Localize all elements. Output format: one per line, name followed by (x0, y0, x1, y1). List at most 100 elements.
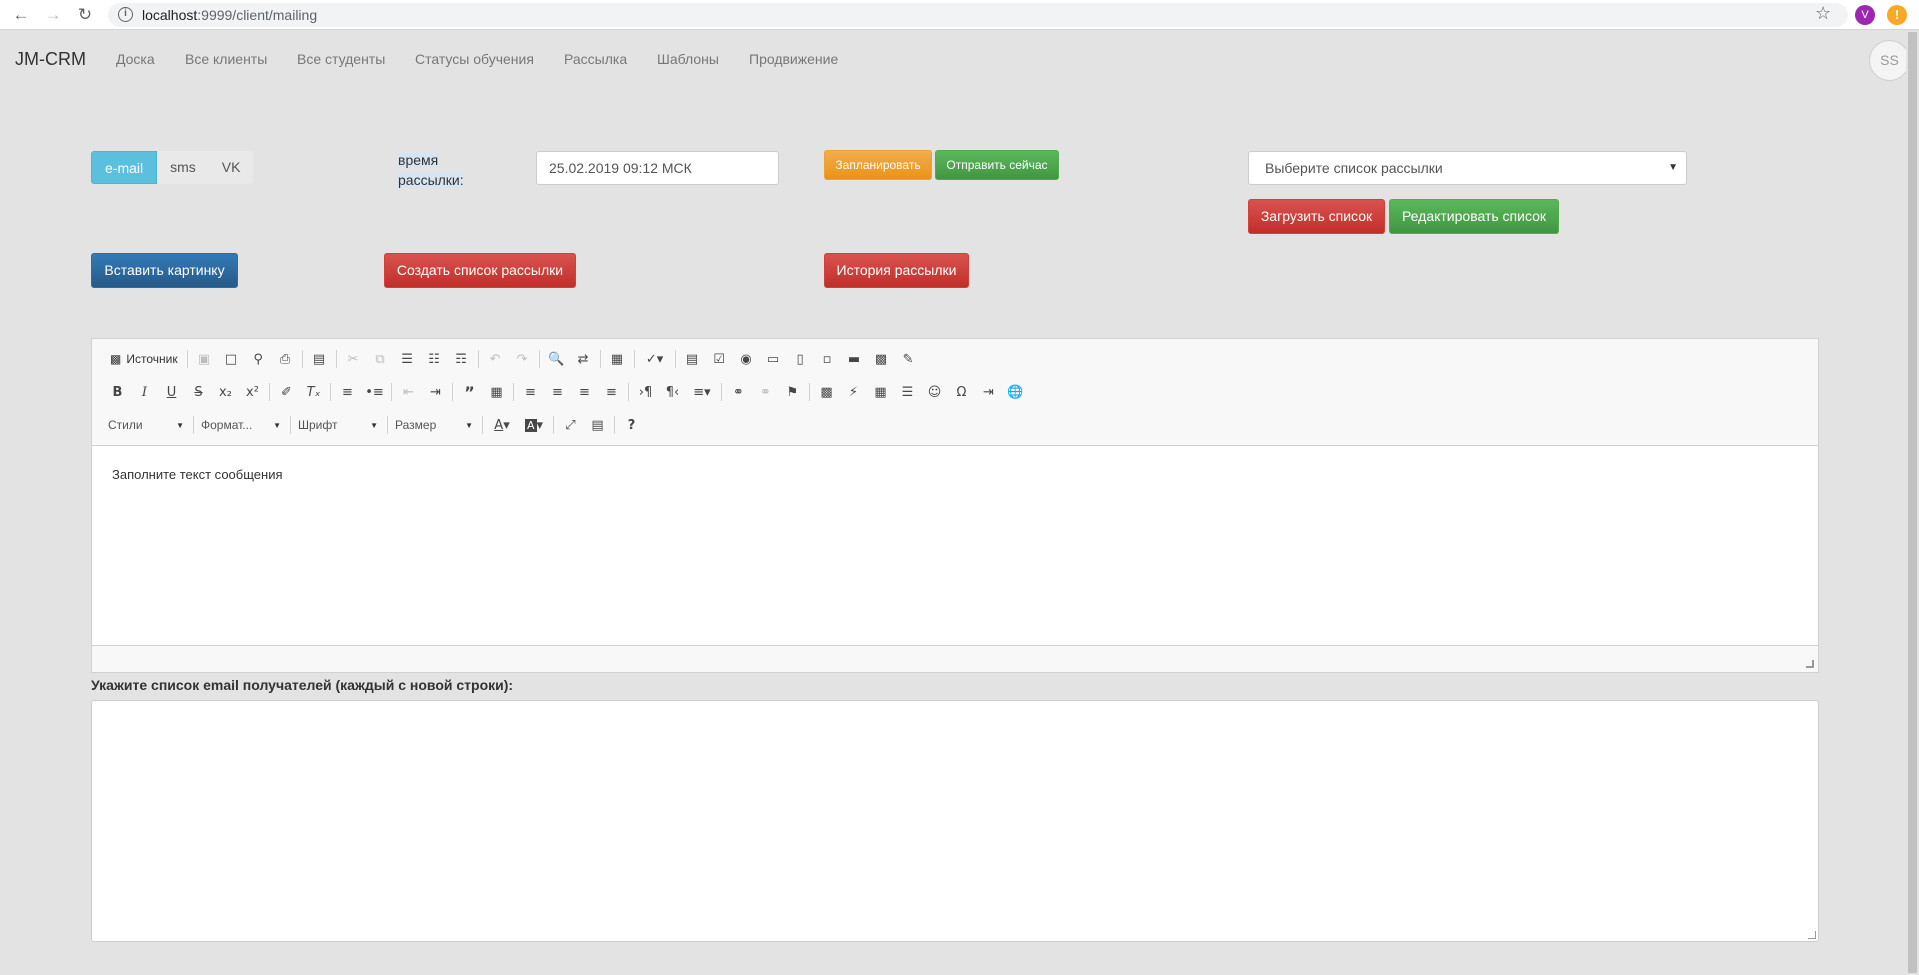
print-icon[interactable]: ⎙ (272, 346, 299, 372)
nav-link-templates[interactable]: Шаблоны (657, 51, 719, 67)
flash-icon[interactable]: ⚡ (840, 379, 867, 405)
upload-list-button[interactable]: Загрузить список (1248, 199, 1385, 234)
insert-image-button[interactable]: Вставить картинку (91, 253, 238, 288)
address-bar[interactable]: i localhost:9999/client/mailing (108, 3, 1848, 27)
radio-icon[interactable]: ◉ (733, 346, 760, 372)
superscript-icon[interactable]: x² (239, 379, 266, 405)
textfield-icon[interactable]: ▭ (760, 346, 787, 372)
horizontal-rule-icon[interactable]: ☰ (894, 379, 921, 405)
mailing-history-button[interactable]: История рассылки (824, 253, 969, 288)
nav-link-promotion[interactable]: Продвижение (749, 51, 838, 67)
brand-logo[interactable]: JM-CRM (15, 49, 86, 70)
send-now-button[interactable]: Отправить сейчас (935, 150, 1059, 180)
select-all-icon[interactable]: ▦ (604, 346, 631, 372)
copy-icon[interactable]: ⧉ (367, 346, 394, 372)
channel-sms[interactable]: sms (157, 151, 209, 184)
reload-icon[interactable]: ↻ (74, 4, 96, 26)
remove-format-icon[interactable]: Tₓ (300, 379, 327, 405)
iframe-globe-icon[interactable]: 🌐 (1002, 379, 1029, 405)
format-combo[interactable]: Формат... ▼ (197, 413, 287, 437)
italic-icon[interactable]: I (131, 379, 158, 405)
indent-icon[interactable]: ⇥ (422, 379, 449, 405)
find-icon[interactable]: 🔍 (543, 346, 570, 372)
channel-vk[interactable]: VK (209, 151, 254, 184)
cut-icon[interactable]: ✂ (340, 346, 367, 372)
align-right-icon[interactable]: ≡ (571, 379, 598, 405)
unlink-icon[interactable]: ⚭ (752, 379, 779, 405)
font-combo[interactable]: Шрифт ▼ (294, 413, 384, 437)
show-blocks-icon[interactable]: ▤ (584, 412, 611, 438)
help-icon[interactable]: ? (618, 412, 645, 438)
update-alert-icon[interactable]: ! (1887, 5, 1907, 25)
text-color-icon[interactable]: A ▾ (486, 412, 518, 438)
bold-icon[interactable]: B (104, 379, 131, 405)
image-icon[interactable]: ▩ (813, 379, 840, 405)
numbered-list-icon[interactable]: ≡ (334, 379, 361, 405)
info-icon[interactable]: i (118, 7, 133, 22)
underline-icon[interactable]: U (158, 379, 185, 405)
templates-icon[interactable]: ▤ (306, 346, 333, 372)
align-center-icon[interactable]: ≡ (544, 379, 571, 405)
link-icon[interactable]: ⚭ (725, 379, 752, 405)
create-mailing-list-button[interactable]: Создать список рассылки (384, 253, 576, 288)
editor-content-area[interactable]: Заполните текст сообщения (92, 447, 1818, 646)
subscript-icon[interactable]: x₂ (212, 379, 239, 405)
save-icon[interactable]: ▣ (191, 346, 218, 372)
nav-link-all-students[interactable]: Все студенты (297, 51, 385, 67)
hidden-field-icon[interactable]: ✎ (895, 346, 922, 372)
language-icon[interactable]: ≡▾ (686, 379, 718, 405)
background-color-icon[interactable]: A ▾ (518, 412, 550, 438)
resize-handle-icon[interactable] (1808, 931, 1816, 939)
textarea-icon[interactable]: ▯ (787, 346, 814, 372)
styles-combo[interactable]: Стили ▼ (104, 413, 190, 437)
nav-link-board[interactable]: Доска (116, 51, 155, 67)
preview-icon[interactable]: ⚲ (245, 346, 272, 372)
rtl-icon[interactable]: ¶‹ (659, 379, 686, 405)
create-div-icon[interactable]: ▦ (483, 379, 510, 405)
resize-handle-icon[interactable] (1806, 660, 1814, 668)
justify-icon[interactable]: ≡ (598, 379, 625, 405)
checkbox-icon[interactable]: ☑ (706, 346, 733, 372)
bulleted-list-icon[interactable]: •≡ (361, 379, 388, 405)
mailing-list-select[interactable]: Выберите список рассылки ▼ (1248, 151, 1687, 185)
channel-email[interactable]: e-mail (91, 151, 158, 184)
user-avatar[interactable]: SS (1869, 40, 1910, 81)
blockquote-icon[interactable]: ” (456, 379, 483, 405)
redo-icon[interactable]: ↷ (509, 346, 536, 372)
new-page-icon[interactable]: □ (218, 346, 245, 372)
page-break-icon[interactable]: ⇥ (975, 379, 1002, 405)
button-field-icon[interactable]: ▬ (841, 346, 868, 372)
copy-format-icon[interactable]: ✐ (273, 379, 300, 405)
back-icon[interactable]: ← (10, 4, 32, 26)
nav-link-mailing[interactable]: Рассылка (564, 51, 627, 67)
align-left-icon[interactable]: ≡ (517, 379, 544, 405)
send-time-input[interactable]: 25.02.2019 09:12 МСК (536, 151, 779, 185)
bookmark-star-icon[interactable]: ☆ (1815, 3, 1831, 24)
spellcheck-icon[interactable]: ✓▾ (638, 346, 672, 372)
paste-icon[interactable]: ☰ (394, 346, 421, 372)
schedule-button[interactable]: Запланировать (824, 150, 932, 180)
form-icon[interactable]: ▤ (679, 346, 706, 372)
special-char-omega-icon[interactable]: Ω (948, 379, 975, 405)
maximize-icon[interactable]: ⤢ (557, 412, 584, 438)
recipients-textarea[interactable] (91, 700, 1819, 942)
size-combo[interactable]: Размер ▼ (391, 413, 479, 437)
source-button[interactable]: ▩ Источник (104, 346, 184, 372)
paste-text-icon[interactable]: ☷ (421, 346, 448, 372)
select-field-icon[interactable]: ▫ (814, 346, 841, 372)
image-button-icon[interactable]: ▩ (868, 346, 895, 372)
scrollbar-thumb[interactable] (1908, 32, 1917, 973)
editor-body-text[interactable]: Заполните текст сообщения (112, 467, 283, 482)
paste-word-icon[interactable]: ☶ (448, 346, 475, 372)
undo-icon[interactable]: ↶ (482, 346, 509, 372)
replace-icon[interactable]: ⇄ (570, 346, 597, 372)
nav-link-study-statuses[interactable]: Статусы обучения (415, 51, 534, 67)
strikethrough-icon[interactable]: S (185, 379, 212, 405)
ltr-icon[interactable]: ›¶ (632, 379, 659, 405)
anchor-flag-icon[interactable]: ⚑ (779, 379, 806, 405)
table-icon[interactable]: ▦ (867, 379, 894, 405)
smiley-icon[interactable]: ☺ (921, 379, 948, 405)
edit-list-button[interactable]: Редактировать список (1389, 199, 1559, 234)
forward-icon[interactable]: → (42, 4, 64, 26)
outdent-icon[interactable]: ⇤ (395, 379, 422, 405)
